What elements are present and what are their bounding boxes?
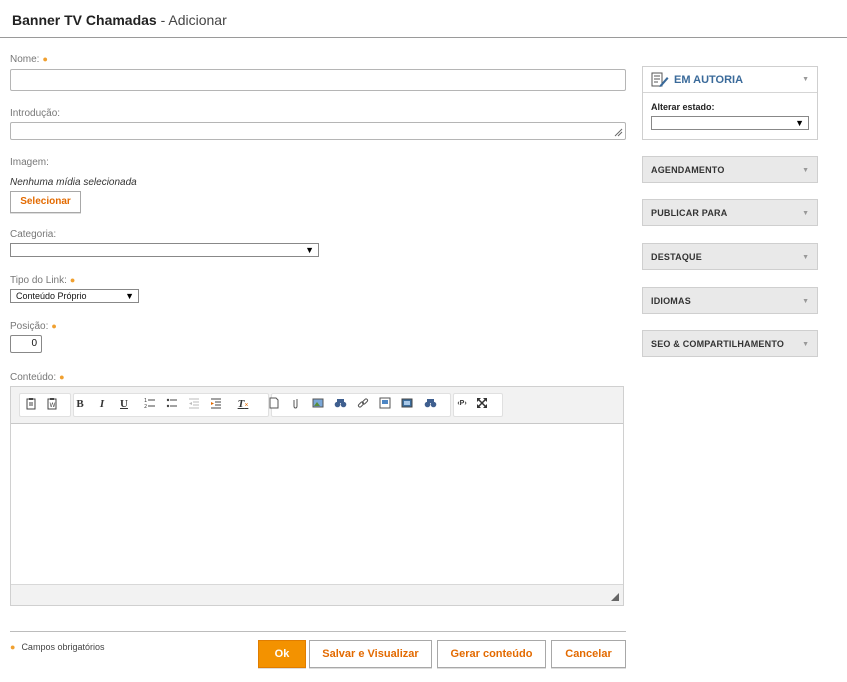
imagem-label: Imagem: [10,157,49,168]
bold-button[interactable]: B [73,397,87,411]
nome-input[interactable] [10,69,626,91]
panel-title: SEO & COMPARTILHAMENTO [651,339,785,349]
chevron-down-icon: ▼ [802,298,809,305]
nome-label: Nome: ● [10,54,48,65]
panel-publicar-para[interactable]: PUBLICAR PARA ▼ [642,199,818,226]
dropdown-arrow-icon: ▼ [305,245,314,255]
underline-button[interactable]: U [117,397,131,411]
numbered-list-icon[interactable]: 12 [143,397,157,411]
page-header: Banner TV Chamadas - Adicionar [0,0,847,38]
new-document-icon[interactable] [267,397,281,411]
selecionar-button[interactable]: Selecionar [10,191,81,213]
bullet-list-icon[interactable] [165,397,179,411]
dropdown-arrow-icon: ▼ [125,291,134,301]
italic-button[interactable]: I [95,397,109,411]
footer-divider [10,631,626,632]
status-panel-header[interactable]: EM AUTORIA ▼ [643,67,817,93]
page-title: Banner TV Chamadas - Adicionar [12,12,227,28]
panel-destaque[interactable]: DESTAQUE ▼ [642,243,818,270]
conteudo-label: Conteúdo: ● [10,372,65,383]
categoria-select[interactable]: ▼ [10,243,319,257]
status-panel: EM AUTORIA ▼ Alterar estado: ▼ [642,66,818,140]
chevron-down-icon: ▼ [802,76,809,83]
link-icon[interactable] [356,397,370,411]
tipo-link-label: Tipo do Link: ● [10,275,76,286]
attachment-icon[interactable] [289,397,303,411]
chevron-down-icon: ▼ [802,167,809,174]
dropdown-arrow-icon: ▼ [795,118,804,128]
posicao-input[interactable]: 0 [10,335,42,353]
required-marker: ● [69,275,76,285]
required-marker: ● [42,54,48,64]
required-marker: ● [51,321,57,331]
imagem-empty-text: Nenhuma mídia selecionada [10,177,137,188]
maximize-icon[interactable] [475,397,489,411]
replace-icon[interactable] [423,397,437,411]
generate-content-button[interactable]: Gerar conteúdo [437,640,546,668]
categoria-label: Categoria: [10,229,57,240]
rich-text-editor: W B I U 12 T× ‹P› [10,386,624,606]
media-icon[interactable] [400,397,414,411]
indent-icon[interactable] [209,397,223,411]
panel-title: DESTAQUE [651,252,702,262]
find-icon[interactable] [333,397,347,411]
paste-text-icon[interactable] [24,397,38,411]
panel-title: AGENDAMENTO [651,165,725,175]
panel-seo-compartilhamento[interactable]: SEO & COMPARTILHAMENTO ▼ [642,330,818,357]
edit-document-icon [651,72,669,87]
required-marker: ● [10,642,16,652]
save-and-preview-button[interactable]: Salvar e Visualizar [309,640,432,668]
introducao-label: Introdução: [10,108,61,119]
required-marker: ● [59,372,65,382]
chevron-down-icon: ▼ [802,210,809,217]
alterar-estado-label: Alterar estado: [651,102,715,112]
status-title: EM AUTORIA [674,74,744,86]
embed-icon[interactable] [378,397,392,411]
page-title-main: Banner TV Chamadas [12,12,157,28]
required-fields-note: ● Campos obrigatórios [10,642,105,652]
alterar-estado-select[interactable]: ▼ [651,116,809,130]
panel-title: IDIOMAS [651,296,691,306]
outdent-icon[interactable] [187,397,201,411]
ok-button[interactable]: Ok [258,640,306,668]
cancel-button[interactable]: Cancelar [551,640,626,668]
remove-format-icon: × [244,401,249,409]
resize-handle-icon[interactable] [611,593,619,601]
introducao-textarea[interactable] [10,122,626,140]
chevron-down-icon: ▼ [802,341,809,348]
editor-status-bar [11,584,623,605]
panel-title: PUBLICAR PARA [651,208,728,218]
svg-text:W: W [50,402,56,409]
svg-text:2: 2 [144,404,147,409]
remove-format-button[interactable]: T× [236,397,250,411]
resize-grip-icon[interactable] [614,128,623,137]
tipo-link-select[interactable]: Conteúdo Próprio ▼ [10,289,139,303]
image-icon[interactable] [311,397,325,411]
posicao-label: Posição: ● [10,321,57,332]
panel-agendamento[interactable]: AGENDAMENTO ▼ [642,156,818,183]
source-code-icon[interactable]: ‹P› [453,397,471,411]
page-title-action: - Adicionar [160,12,227,28]
editor-toolbar: W B I U 12 T× ‹P› [11,387,623,424]
chevron-down-icon: ▼ [802,254,809,261]
panel-idiomas[interactable]: IDIOMAS ▼ [642,287,818,314]
paste-word-icon[interactable]: W [45,397,59,411]
editor-content-area[interactable] [11,424,623,584]
